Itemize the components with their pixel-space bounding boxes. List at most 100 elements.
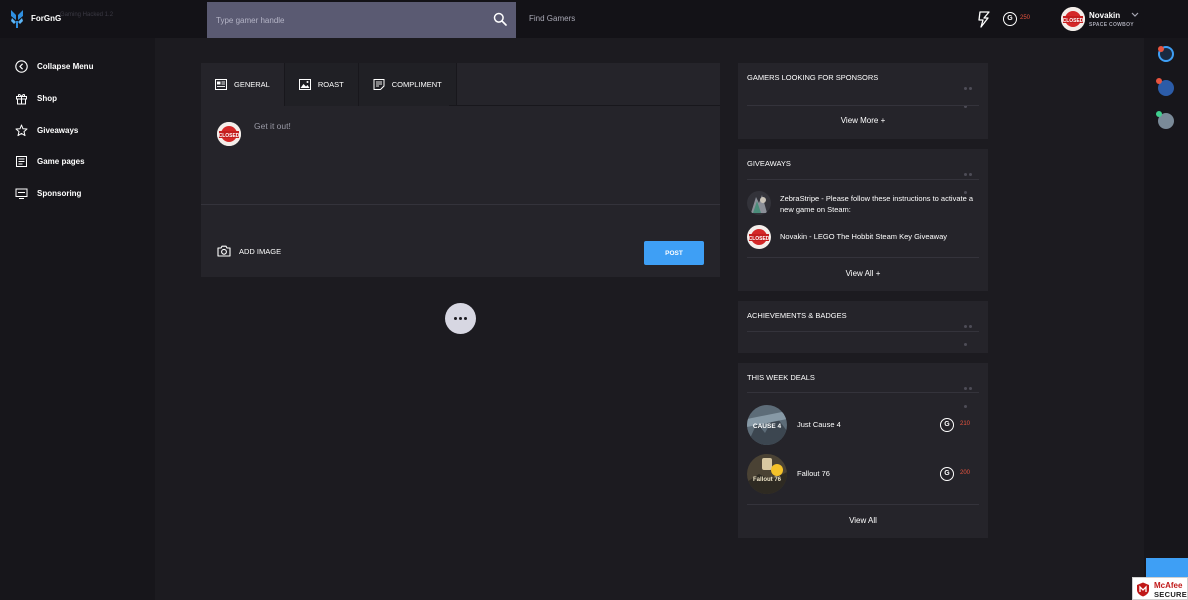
forgng-logo-icon[interactable] xyxy=(9,8,25,30)
sidebar-item-label: Shop xyxy=(37,93,57,103)
deal-name[interactable]: Fallout 76 xyxy=(797,469,830,478)
sidebar-item-giveaways[interactable]: Giveaways xyxy=(15,122,78,138)
mcafee-name: McAfee xyxy=(1154,581,1183,590)
chevron-down-icon[interactable] xyxy=(1131,12,1139,18)
list-item[interactable]: CLOSED Novakin - LEGO The Hobbit Steam K… xyxy=(747,225,982,253)
deal-cover-image: Fallout 76 xyxy=(747,454,787,494)
tab-label: COMPLIMENT xyxy=(391,80,442,89)
widget-title: ACHIEVEMENTS & BADGES xyxy=(747,311,847,320)
find-gamers-link[interactable]: Find Gamers xyxy=(529,14,575,23)
post-text-input[interactable] xyxy=(254,121,694,201)
sidebar-item-label: Sponsoring xyxy=(37,188,82,198)
friend-avatar[interactable] xyxy=(1156,111,1174,129)
friend-avatar[interactable] xyxy=(1156,78,1174,96)
sidebar-item-shop[interactable]: Shop xyxy=(15,90,57,106)
post-button[interactable]: POST xyxy=(644,241,704,265)
more-options-icon[interactable] xyxy=(964,163,978,194)
deal-item[interactable]: CAUSE 4 Just Cause 4 G 210 xyxy=(747,405,979,445)
lightning-icon[interactable] xyxy=(977,10,991,28)
sidebar-item-game-pages[interactable]: Game pages xyxy=(15,153,85,169)
giveaway-avatar xyxy=(747,191,771,215)
coin-icon: G xyxy=(940,467,954,481)
load-more-button[interactable] xyxy=(445,303,476,334)
sidebar-item-label: Collapse Menu xyxy=(37,61,94,71)
user-name[interactable]: Novakin xyxy=(1089,11,1120,20)
more-options-icon[interactable] xyxy=(964,77,978,108)
online-friends-rail xyxy=(1144,38,1188,600)
camera-icon xyxy=(217,245,231,257)
widget-divider xyxy=(747,392,979,393)
status-dot xyxy=(1156,111,1162,117)
user-avatar[interactable]: CLOSED xyxy=(1061,7,1085,31)
widget-title: GAMERS LOOKING FOR SPONSORS xyxy=(747,73,879,82)
dot xyxy=(464,317,467,320)
widget-divider xyxy=(747,504,979,505)
mcafee-secure-label: SECURE xyxy=(1154,590,1188,599)
deal-cover-text: CAUSE 4 xyxy=(753,423,782,430)
giveaway-avatar: CLOSED xyxy=(747,225,771,249)
add-image-label: ADD IMAGE xyxy=(239,246,282,256)
shield-icon xyxy=(1137,582,1149,597)
more-options-icon[interactable] xyxy=(964,315,978,346)
dot xyxy=(459,317,462,320)
sidebar-item-label: Game pages xyxy=(37,156,85,166)
more-options-icon[interactable] xyxy=(964,377,978,408)
composer-divider xyxy=(201,204,720,205)
note-icon xyxy=(373,79,385,90)
brand-name[interactable]: ForGnG xyxy=(31,14,61,23)
tab-label: ROAST xyxy=(317,80,344,89)
view-all-link[interactable]: View All + xyxy=(738,269,988,278)
sidebar-item-label: Giveaways xyxy=(37,125,79,135)
widget-title: THIS WEEK DEALS xyxy=(747,373,815,382)
document-icon xyxy=(16,155,27,167)
status-dot xyxy=(1156,78,1162,84)
deal-price: 200 xyxy=(960,470,971,476)
sidebar: Collapse Menu Shop Giveaways Game pages xyxy=(0,38,155,600)
star-icon xyxy=(15,124,28,136)
gamer-search-input[interactable] xyxy=(207,2,487,38)
status-dot xyxy=(1158,46,1164,52)
search-bar xyxy=(207,2,516,38)
gift-icon xyxy=(16,93,27,104)
tab-compliment[interactable]: COMPLIMENT xyxy=(358,63,457,106)
avatar-badge-text: CLOSED xyxy=(219,133,240,139)
widget-divider xyxy=(747,179,979,180)
coin-icon: G xyxy=(1003,12,1017,26)
deal-name[interactable]: Just Cause 4 xyxy=(797,420,841,429)
avatar-badge-text: CLOSED xyxy=(1063,18,1084,24)
deals-widget: THIS WEEK DEALS CAUSE 4 Just Cause 4 G 2… xyxy=(738,363,988,538)
user-subtitle: SPACE COWBOY xyxy=(1089,22,1134,28)
sidebar-item-collapse-menu[interactable]: Collapse Menu xyxy=(15,58,93,74)
tab-roast[interactable]: ROAST xyxy=(284,63,359,106)
giveaway-text: Novakin - LEGO The Hobbit Steam Key Give… xyxy=(780,232,948,241)
achievements-widget: ACHIEVEMENTS & BADGES xyxy=(738,301,988,353)
deal-cover-text: Fallout 76 xyxy=(753,477,782,483)
coin-count: 250 xyxy=(1020,15,1031,21)
tab-general[interactable]: GENERAL xyxy=(201,63,285,106)
sidebar-item-sponsoring[interactable]: Sponsoring xyxy=(15,185,81,201)
newspaper-icon xyxy=(215,79,227,90)
post-type-tabs: GENERAL ROAST COMPLIMENT xyxy=(201,63,457,106)
monitor-icon xyxy=(15,188,28,199)
giveaway-text: ZebraStripe - Please follow these instru… xyxy=(780,194,974,214)
friend-avatar[interactable] xyxy=(1158,46,1174,62)
widget-title: GIVEAWAYS xyxy=(747,159,791,168)
view-all-deals-link[interactable]: View All xyxy=(738,516,988,525)
search-icon[interactable] xyxy=(493,12,507,26)
mcafee-secure-badge[interactable]: McAfee SECURE xyxy=(1132,577,1188,600)
image-icon xyxy=(298,79,311,90)
dot xyxy=(454,317,457,320)
post-composer: GENERAL ROAST COMPLIMENT CLOSED Get it o… xyxy=(201,63,720,277)
brand-ghost-text: Gaming Hacked 1.2 xyxy=(60,12,114,18)
add-image-button[interactable]: ADD IMAGE xyxy=(217,245,281,257)
view-more-link[interactable]: View More + xyxy=(738,116,988,125)
deal-price: 210 xyxy=(960,421,971,427)
deal-item[interactable]: Fallout 76 Fallout 76 G 200 xyxy=(747,454,979,494)
widget-divider xyxy=(747,257,979,258)
avatar-badge-text: CLOSED xyxy=(749,236,770,242)
tabs-divider xyxy=(449,105,720,106)
list-item[interactable]: ZebraStripe - Please follow these instru… xyxy=(747,191,982,219)
composer-avatar: CLOSED xyxy=(217,122,241,146)
giveaways-widget: GIVEAWAYS ZebraStripe - Please follow th… xyxy=(738,149,988,291)
widget-divider xyxy=(747,331,979,332)
